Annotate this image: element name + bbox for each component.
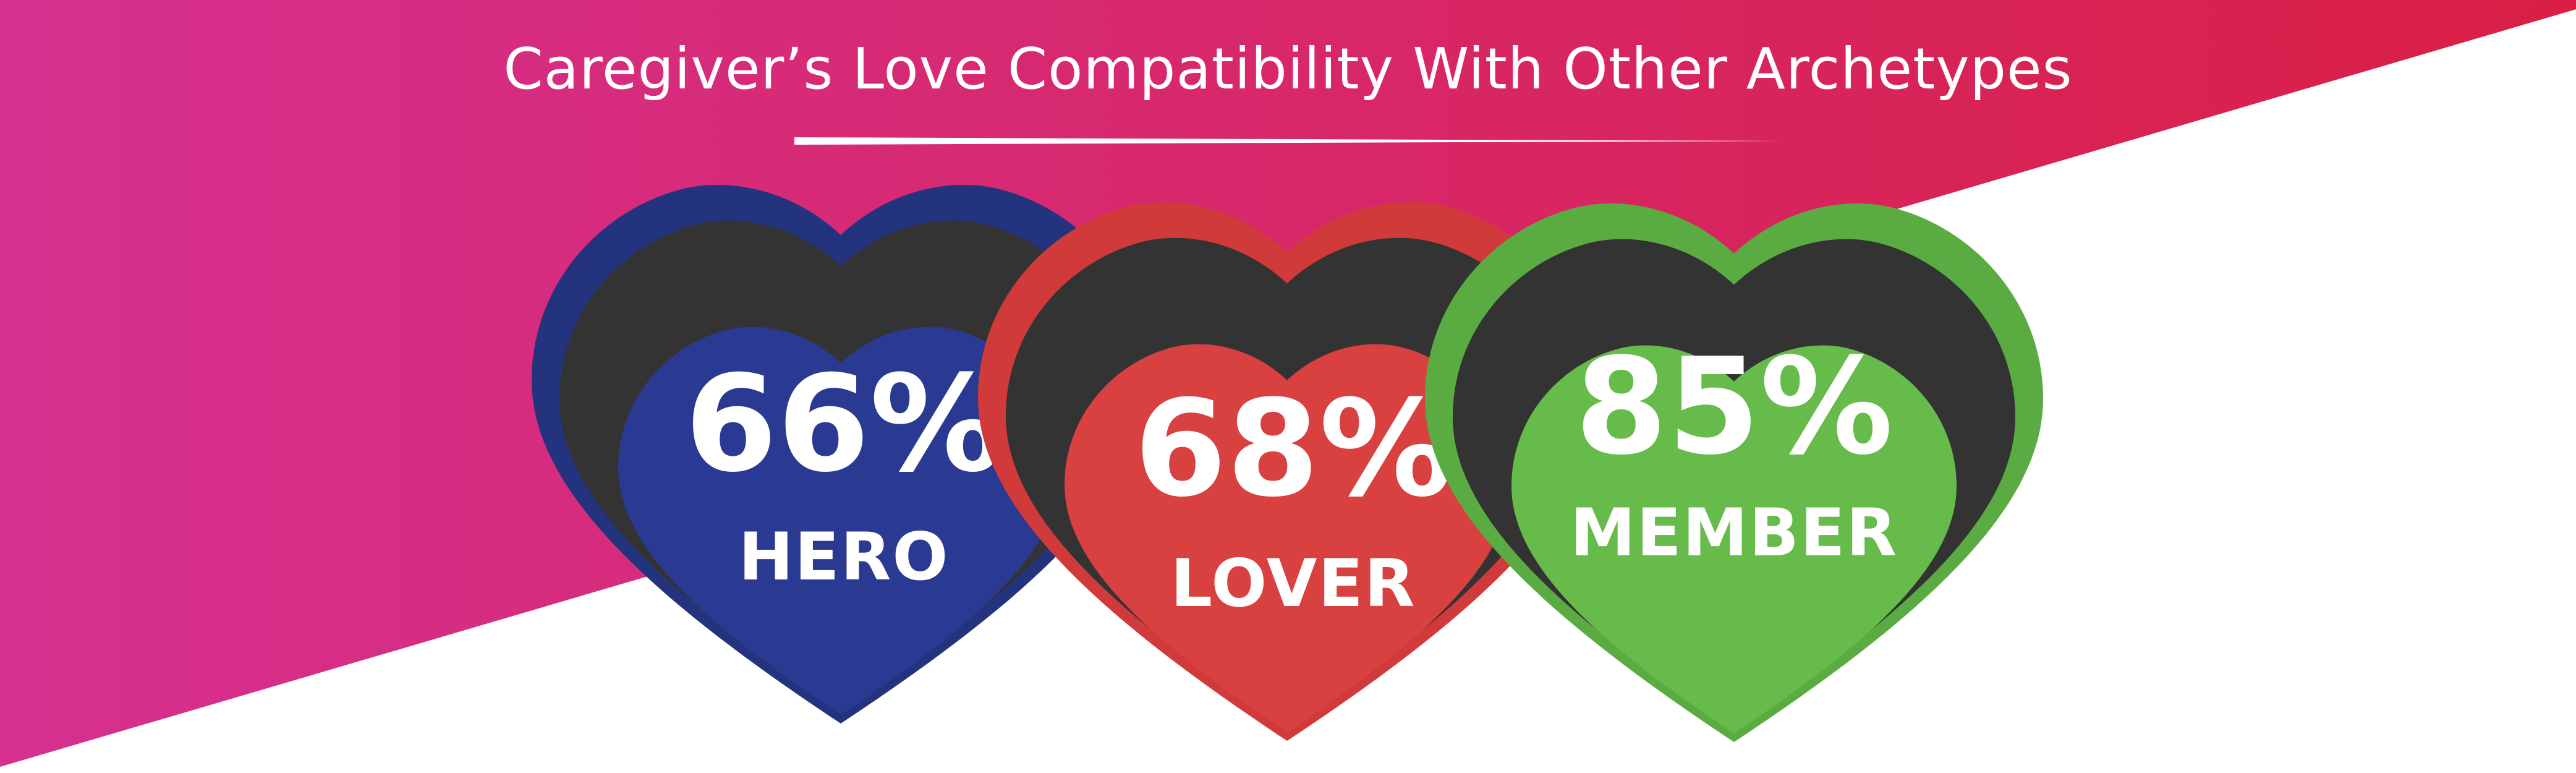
hero-percent: 66% — [685, 346, 1003, 502]
heart-member: 85% MEMBER — [1425, 203, 2043, 742]
lover-percent: 68% — [1134, 371, 1453, 526]
lover-label: LOVER — [1170, 545, 1416, 621]
hero-label: HERO — [739, 519, 950, 595]
member-percent: 85% — [1575, 329, 1894, 484]
hearts-group: 66% HERO 68% LOVER 85% MEMBER — [532, 184, 2043, 742]
member-label: MEMBER — [1570, 495, 1898, 571]
infographic-canvas: Caregiver’s Love Compatibility With Othe… — [0, 0, 2576, 773]
